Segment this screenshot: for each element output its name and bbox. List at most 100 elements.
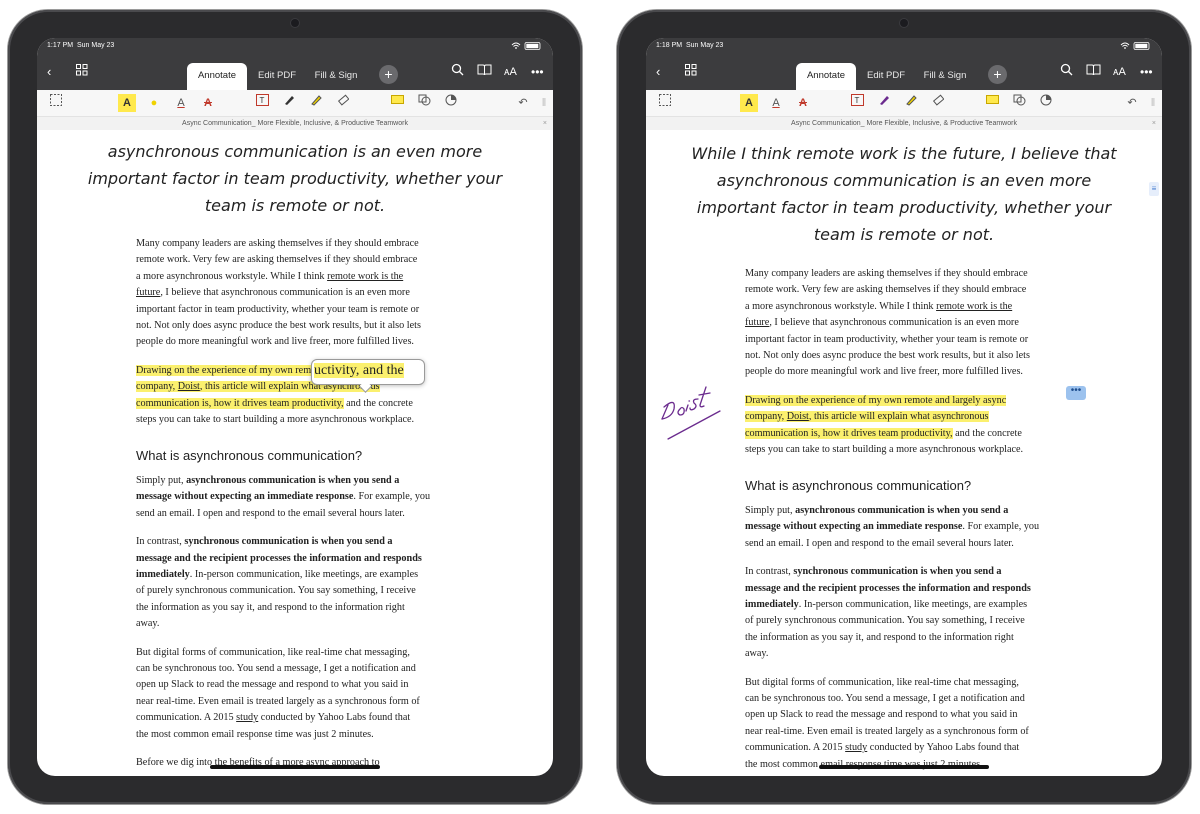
underline-icon[interactable]: A: [172, 94, 190, 112]
section-heading: What is asynchronous communication?: [136, 448, 363, 464]
camera: [291, 19, 299, 27]
pen-icon[interactable]: [280, 94, 298, 112]
tab-edit-pdf[interactable]: Edit PDF: [251, 63, 303, 90]
text-size-icon[interactable]: ᴀA: [1113, 63, 1126, 81]
svg-text:T: T: [259, 96, 264, 105]
document-content: While I think remote work is the future,…: [646, 130, 1162, 776]
select-icon[interactable]: [656, 94, 674, 112]
document-title-bar: Async Communication_ More Flexible, Incl…: [37, 117, 553, 130]
link[interactable]: study: [845, 742, 867, 753]
tab-fill-sign[interactable]: Fill & Sign: [309, 63, 363, 90]
document-title: Async Communication_ More Flexible, Incl…: [182, 120, 408, 127]
status-bar: 1:17 PM Sun May 23: [37, 38, 553, 56]
document-content: asynchronous communication is an even mo…: [37, 130, 553, 776]
highlight-color-icon[interactable]: ●: [145, 94, 163, 112]
lasso-icon[interactable]: [442, 94, 460, 112]
tab-edit-pdf[interactable]: Edit PDF: [860, 63, 912, 90]
strikethrough-icon[interactable]: A: [199, 94, 217, 112]
nav-bar: ‹ Annotate Edit PDF Fill & Sign + ᴀA •••: [37, 56, 553, 90]
link[interactable]: future: [745, 317, 769, 328]
paragraph: In contrast, synchronous communication i…: [745, 566, 1031, 660]
ipad-left: 1:17 PM Sun May 23 ‹ Annotate Edit PDF F…: [8, 10, 582, 804]
note-icon[interactable]: [388, 94, 406, 112]
highlight-text-icon[interactable]: A: [118, 94, 136, 112]
paragraph: In contrast, synchronous communication i…: [136, 536, 422, 630]
status-time: 1:18 PM: [656, 42, 683, 49]
tab-annotate[interactable]: Annotate: [796, 63, 856, 90]
handwritten-signature[interactable]: [654, 375, 734, 445]
quote-line: team is remote or not.: [204, 196, 386, 215]
quote-line: important factor in team productivity, w…: [696, 198, 1112, 217]
quote-line: asynchronous communication is an even mo…: [716, 171, 1092, 190]
link[interactable]: remote work is the: [327, 271, 403, 282]
paragraph: Simply put, asynchronous communication i…: [136, 474, 431, 519]
link[interactable]: Doist: [177, 381, 200, 393]
home-indicator[interactable]: [210, 765, 380, 769]
pull-quote: asynchronous communication is an even mo…: [37, 138, 553, 219]
eraser-icon[interactable]: [929, 94, 947, 112]
link[interactable]: future: [136, 287, 160, 298]
book-icon[interactable]: [477, 63, 492, 81]
note-icon[interactable]: [983, 94, 1001, 112]
system-status-icons: [1120, 41, 1152, 52]
comment-icon[interactable]: •••: [1066, 386, 1086, 400]
text-size-icon[interactable]: ᴀA: [504, 63, 517, 81]
quote-line: team is remote or not.: [813, 225, 995, 244]
search-icon[interactable]: [451, 63, 464, 81]
text-box-icon[interactable]: T: [253, 94, 271, 112]
book-icon[interactable]: [1086, 63, 1101, 81]
bookmark-icon[interactable]: ≡: [1149, 182, 1159, 196]
underline-icon[interactable]: A: [767, 94, 785, 112]
screen-left: 1:17 PM Sun May 23 ‹ Annotate Edit PDF F…: [37, 38, 553, 776]
back-icon[interactable]: ‹: [47, 63, 51, 81]
grid-icon[interactable]: [76, 63, 88, 81]
close-icon[interactable]: ×: [1152, 117, 1156, 130]
text-box-icon[interactable]: T: [848, 94, 866, 112]
shapes-icon[interactable]: [415, 94, 433, 112]
undo-icon[interactable]: ↶: [1123, 94, 1141, 112]
article-body: Many company leaders are asking themselv…: [745, 266, 1067, 773]
document-title-bar: Async Communication_ More Flexible, Incl…: [646, 117, 1162, 130]
close-icon[interactable]: ×: [543, 117, 547, 130]
add-tab-button[interactable]: +: [988, 65, 1007, 84]
article-body: Many company leaders are asking themselv…: [136, 236, 458, 771]
status-time: 1:17 PM: [47, 42, 74, 49]
strikethrough-icon[interactable]: A: [794, 94, 812, 112]
add-tab-button[interactable]: +: [379, 65, 398, 84]
lasso-icon[interactable]: [1037, 94, 1055, 112]
status-bar: 1:18 PM Sun May 23: [646, 38, 1162, 56]
paragraph: Many company leaders are asking themselv…: [136, 238, 421, 348]
link[interactable]: study: [236, 712, 258, 723]
back-icon[interactable]: ‹: [656, 63, 660, 81]
system-status-icons: [511, 41, 543, 52]
search-icon[interactable]: [1060, 63, 1073, 81]
annotation-toolbar: A A A T ↶ ‖: [646, 90, 1162, 117]
select-icon[interactable]: [47, 94, 65, 112]
annotation-toolbar: A ● A A T ↶ ‖: [37, 90, 553, 117]
undo-icon[interactable]: ↶: [514, 94, 532, 112]
link[interactable]: Doist: [786, 411, 809, 423]
shapes-icon[interactable]: [1010, 94, 1028, 112]
document-title: Async Communication_ More Flexible, Incl…: [791, 120, 1017, 127]
highlight-text-icon[interactable]: A: [740, 94, 758, 112]
paragraph: But digital forms of communication, like…: [136, 646, 420, 740]
quote-line: important factor in team productivity, w…: [87, 169, 503, 188]
ipad-right: 1:18 PM Sun May 23 ‹ Annotate Edit PDF F…: [617, 10, 1191, 804]
more-icon[interactable]: •••: [531, 63, 544, 81]
pull-quote: While I think remote work is the future,…: [646, 140, 1162, 248]
paragraph: But digital forms of communication, like…: [745, 676, 1029, 770]
more-icon[interactable]: •••: [1140, 63, 1153, 81]
quote-line: While I think remote work is the future,…: [691, 144, 1117, 163]
home-indicator[interactable]: [819, 765, 989, 769]
link[interactable]: remote work is the: [936, 301, 1012, 312]
nav-bar: ‹ Annotate Edit PDF Fill & Sign + ᴀA •••: [646, 56, 1162, 90]
tab-fill-sign[interactable]: Fill & Sign: [918, 63, 972, 90]
screen-right: 1:18 PM Sun May 23 ‹ Annotate Edit PDF F…: [646, 38, 1162, 776]
marker-icon[interactable]: [902, 94, 920, 112]
marker-icon[interactable]: [307, 94, 325, 112]
eraser-icon[interactable]: [334, 94, 352, 112]
tab-annotate[interactable]: Annotate: [187, 63, 247, 90]
pen-icon[interactable]: [875, 94, 893, 112]
grid-icon[interactable]: [685, 63, 697, 81]
toolbar-divider-icon: ‖: [541, 97, 547, 109]
